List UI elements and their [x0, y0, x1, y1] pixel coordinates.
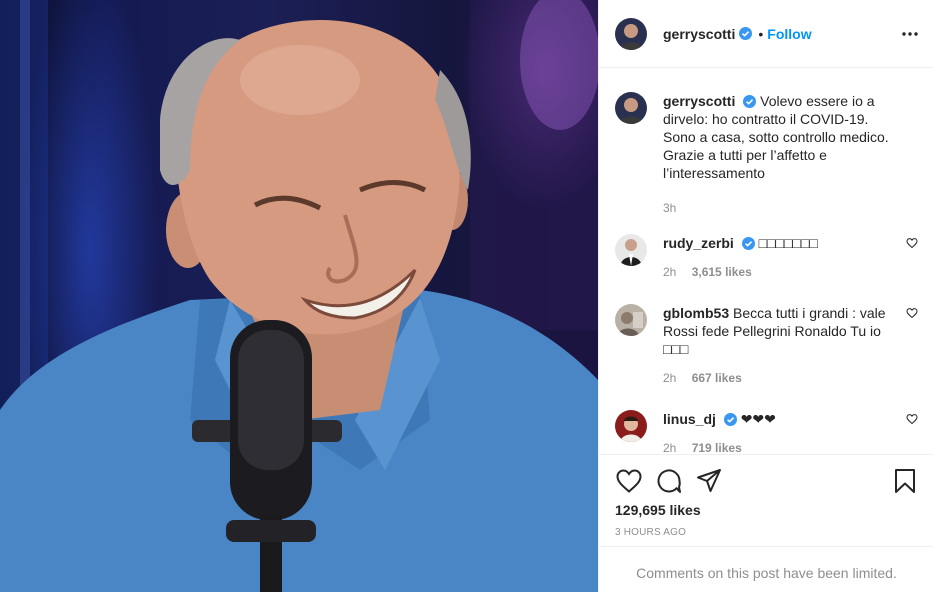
photo-illustration — [0, 0, 598, 592]
verified-badge-icon — [741, 237, 755, 250]
verified-badge-icon — [739, 27, 753, 40]
comment-username[interactable]: rudy_zerbi — [663, 235, 734, 251]
author-avatar[interactable] — [615, 17, 647, 50]
heart-icon[interactable] — [906, 307, 918, 319]
comment-username[interactable]: linus_dj — [663, 411, 716, 427]
comment-text: ❤❤❤ — [740, 411, 776, 427]
commenter-avatar[interactable] — [615, 410, 647, 442]
commenter-avatar[interactable] — [615, 304, 647, 336]
post-header: gerryscotti • Follow — [599, 0, 933, 68]
action-bar — [615, 467, 918, 495]
instagram-post: gerryscotti • Follow gerryscotti Volevo … — [0, 0, 933, 592]
heart-icon[interactable] — [906, 413, 918, 425]
verified-badge-icon — [743, 95, 757, 108]
comment-likes[interactable]: 3,615 likes — [692, 265, 752, 279]
comments-limited-notice: Comments on this post have been limited. — [599, 546, 933, 592]
commenter-avatar[interactable] — [615, 234, 647, 266]
heart-icon[interactable] — [906, 237, 918, 249]
caption-username[interactable]: gerryscotti — [663, 93, 735, 109]
author-username[interactable]: gerryscotti — [663, 26, 735, 42]
post-timestamp[interactable]: 3 HOURS AGO — [615, 527, 686, 538]
heart-icon[interactable] — [615, 467, 643, 495]
comment-likes[interactable]: 719 likes — [692, 441, 742, 454]
comment-likes[interactable]: 667 likes — [692, 371, 742, 385]
author-avatar[interactable] — [615, 92, 647, 124]
comment-time[interactable]: 2h — [663, 265, 676, 279]
post-actions: 129,695 likes 3 HOURS AGO — [599, 454, 933, 546]
verified-badge-icon — [723, 413, 737, 426]
share-icon[interactable] — [695, 467, 723, 495]
comment-text: □□□□□□□ — [758, 235, 818, 251]
separator-dot: • — [758, 25, 764, 42]
comment-icon[interactable] — [655, 467, 683, 495]
comments-list[interactable]: gerryscotti Volevo essere io a dirvelo: … — [599, 69, 933, 454]
more-options-icon[interactable] — [902, 24, 918, 44]
follow-button[interactable]: Follow — [767, 26, 811, 42]
likes-count[interactable]: 129,695 likes — [615, 502, 701, 518]
caption-time[interactable]: 3h — [663, 201, 676, 215]
comment-username[interactable]: gblomb53 — [663, 305, 729, 321]
bookmark-icon[interactable] — [891, 467, 919, 495]
post-side-panel: gerryscotti • Follow gerryscotti Volevo … — [598, 0, 933, 592]
post-photo[interactable] — [0, 0, 598, 592]
comment-time[interactable]: 2h — [663, 371, 676, 385]
comment-time[interactable]: 2h — [663, 441, 676, 454]
